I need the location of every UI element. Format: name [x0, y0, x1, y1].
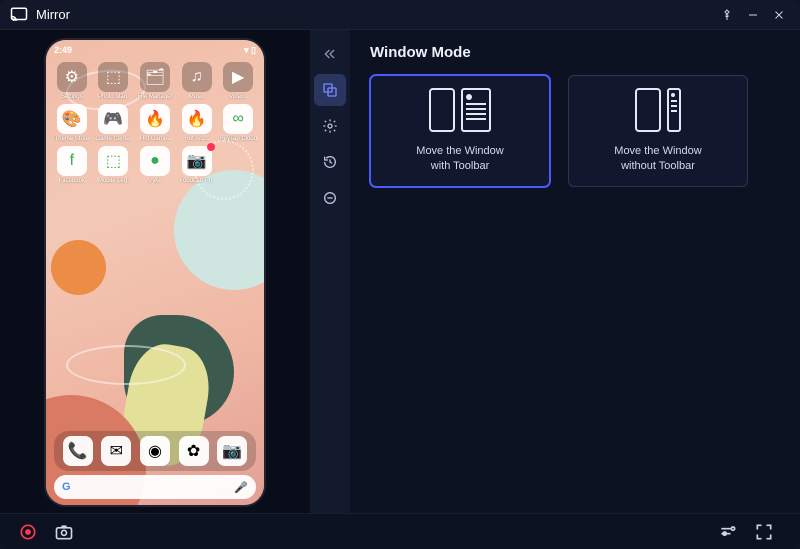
sidebar-windows-button[interactable] — [314, 74, 346, 106]
close-icon — [773, 9, 785, 21]
phone-app-icon: 🔥 — [140, 104, 170, 134]
app-logo: Mirror — [10, 6, 70, 24]
phone-app-label: FoodLab Ph. — [179, 178, 213, 184]
power-icon — [322, 190, 338, 206]
phone-app-item[interactable]: ● Vyke — [135, 146, 175, 184]
phone-app-icon: ⚙ — [57, 62, 87, 92]
fullscreen-icon — [754, 522, 774, 542]
window-mode-without-toolbar[interactable]: Move the Windowwithout Toolbar — [568, 75, 748, 187]
card-label: Move the Windowwith Toolbar — [416, 144, 503, 174]
phone-app-icon: ⬚ — [98, 62, 128, 92]
phone-app-icon: 🎮 — [98, 104, 128, 134]
mirrored-phone[interactable]: 2:49 ▾ ▯ ⚙ Settings ⬚ Photo Man. 🗂 File Manag… — [46, 40, 264, 505]
sidebar-collapse-button[interactable] — [314, 38, 346, 70]
phone-app-icon: ● — [140, 146, 170, 176]
mic-icon: 🎤 — [234, 481, 248, 494]
phone-app-item[interactable]: f Facebook — [52, 146, 92, 184]
phone-status-icons: ▾ ▯ — [244, 45, 256, 56]
phone-clock: 2:49 — [54, 45, 72, 55]
phone-app-label: Facebook — [59, 178, 85, 184]
screenshot-button[interactable] — [50, 518, 78, 546]
dock-phone-icon[interactable]: 📞 — [63, 436, 93, 466]
cast-icon — [10, 6, 28, 24]
phone-app-label: Mobile Leg. — [98, 178, 129, 184]
sidebar-settings-button[interactable] — [314, 110, 346, 142]
phone-app-item[interactable]: ▶ Videos — [218, 62, 258, 100]
phone-app-label: Game Center — [95, 136, 131, 142]
app-body: 2:49 ▾ ▯ ⚙ Settings ⬚ Photo Man. 🗂 File Manag… — [0, 30, 800, 513]
fullscreen-button[interactable] — [750, 518, 778, 546]
list-toggle-button[interactable] — [714, 518, 742, 546]
without-toolbar-illustration — [635, 88, 681, 132]
gear-icon — [322, 118, 338, 134]
title-bar: Mirror — [0, 0, 800, 30]
phone-app-label: Hot Apps — [184, 136, 208, 142]
window-mode-with-toolbar[interactable]: Move the Windowwith Toolbar — [370, 75, 550, 187]
phone-app-item[interactable]: ♫ Music — [177, 62, 217, 100]
phone-app-label: HeyTap Cloud — [219, 136, 257, 142]
phone-app-label: File Manager — [137, 94, 172, 100]
phone-app-label: Settings — [61, 94, 83, 100]
with-toolbar-illustration — [429, 88, 491, 132]
phone-app-item[interactable]: 🗂 File Manager — [135, 62, 175, 100]
close-button[interactable] — [768, 4, 790, 26]
phone-search-bar[interactable]: G 🎤 — [54, 475, 256, 499]
phone-app-label: Photo Man. — [98, 94, 129, 100]
phone-status-bar: 2:49 ▾ ▯ — [46, 40, 264, 58]
phone-app-icon: f — [57, 146, 87, 176]
app-title: Mirror — [36, 7, 70, 22]
google-g-icon: G — [62, 481, 71, 493]
phone-app-item[interactable]: 📷 FoodLab Ph. — [177, 146, 217, 184]
dock-gallery-icon[interactable]: ✿ — [179, 436, 209, 466]
phone-app-label: Music — [189, 94, 205, 100]
phone-app-item[interactable]: 🎨 Theme Store — [52, 104, 92, 142]
history-icon — [322, 154, 338, 170]
phone-dock: 📞 ✉ ◉ ✿ 📷 — [54, 431, 256, 471]
phone-app-label: Videos — [229, 94, 247, 100]
phone-app-label: Hot Games — [140, 136, 170, 142]
phone-app-item[interactable]: 🎮 Game Center — [94, 104, 134, 142]
phone-app-item[interactable]: ⬚ Photo Man. — [94, 62, 134, 100]
record-icon — [18, 522, 38, 542]
bottom-toolbar — [0, 513, 800, 549]
phone-app-item[interactable]: 🔥 Hot Apps — [177, 104, 217, 142]
mirror-panel: 2:49 ▾ ▯ ⚙ Settings ⬚ Photo Man. 🗂 File Manag… — [0, 30, 310, 513]
phone-app-icon: 🎨 — [57, 104, 87, 134]
panel-title: Window Mode — [370, 44, 780, 61]
minimize-button[interactable] — [742, 4, 764, 26]
phone-app-icon: 🗂 — [140, 62, 170, 92]
windows-icon — [322, 82, 338, 98]
card-label: Move the Windowwithout Toolbar — [614, 144, 701, 174]
side-toolbar — [310, 30, 350, 513]
sidebar-history-button[interactable] — [314, 146, 346, 178]
settings-panel: Window Mode Move the Windowwith Toolbar — [350, 30, 800, 513]
dock-messages-icon[interactable]: ✉ — [101, 436, 131, 466]
phone-app-label: Vyke — [148, 178, 161, 184]
phone-app-icon: ▶ — [223, 62, 253, 92]
phone-app-icon: 🔥 — [182, 104, 212, 134]
app-window: Mirror 2:49 — [0, 0, 800, 549]
phone-app-label: Theme Store — [54, 136, 89, 142]
minimize-icon — [747, 9, 759, 21]
phone-app-icon: 📷 — [182, 146, 212, 176]
window-mode-cards: Move the Windowwith Toolbar Move the Win… — [370, 75, 780, 187]
record-button[interactable] — [14, 518, 42, 546]
phone-app-item[interactable]: ∞ HeyTap Cloud — [218, 104, 258, 142]
pin-icon — [721, 9, 733, 21]
phone-app-icon: ⬚ — [98, 146, 128, 176]
phone-app-icon: ♫ — [182, 62, 212, 92]
sidebar-power-button[interactable] — [314, 182, 346, 214]
dock-camera-icon[interactable]: 📷 — [217, 436, 247, 466]
phone-app-item[interactable]: ⚙ Settings — [52, 62, 92, 100]
phone-app-item[interactable]: ⬚ Mobile Leg. — [94, 146, 134, 184]
list-toggle-icon — [718, 522, 738, 542]
dock-chrome-icon[interactable]: ◉ — [140, 436, 170, 466]
chevron-double-left-icon — [322, 46, 338, 62]
camera-icon — [54, 522, 74, 542]
pin-button[interactable] — [716, 4, 738, 26]
phone-app-item[interactable]: 🔥 Hot Games — [135, 104, 175, 142]
phone-app-icon: ∞ — [223, 104, 253, 134]
phone-app-grid: ⚙ Settings ⬚ Photo Man. 🗂 File Manager ♫ Music ▶… — [46, 58, 264, 184]
